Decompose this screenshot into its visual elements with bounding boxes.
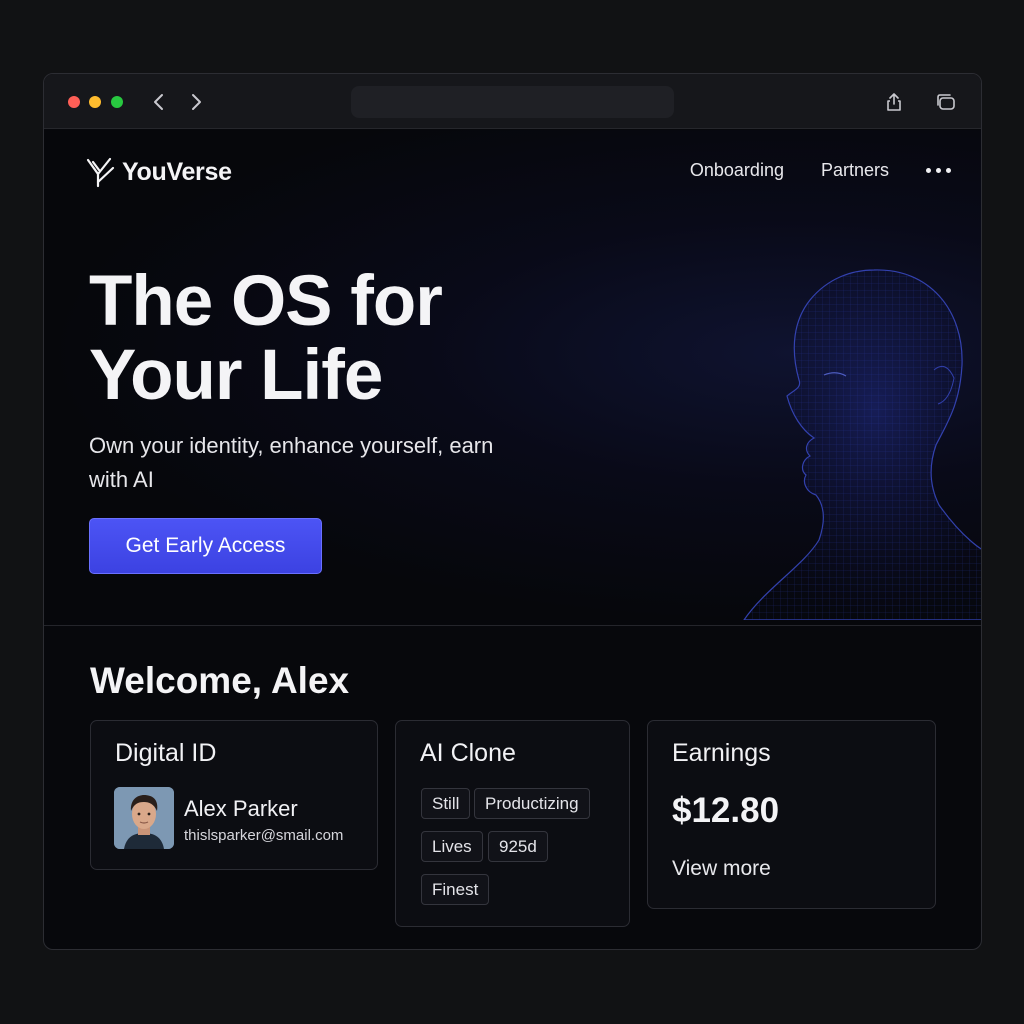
address-bar[interactable]	[351, 86, 674, 118]
close-window-button[interactable]	[68, 96, 80, 108]
profile-name: Alex Parker	[184, 796, 298, 821]
top-navigation: Onboarding Partners	[653, 160, 951, 181]
view-more-link[interactable]: View more	[672, 857, 771, 881]
tag-chip[interactable]: Finest	[421, 874, 490, 905]
hero-section: YouVerse Onboarding Partners The OS for …	[44, 130, 981, 626]
card-title: AI Clone	[420, 739, 516, 767]
tag-chip[interactable]: Lives	[421, 831, 483, 862]
tabs-overview-icon[interactable]	[935, 91, 957, 113]
welcome-heading: Welcome, Alex	[90, 660, 350, 701]
ai-clone-card[interactable]: AI Clone Still Productizing Lives 925d F…	[395, 720, 630, 927]
wireframe-head-illustration	[743, 269, 981, 620]
tag-chip[interactable]: Productizing	[474, 788, 590, 819]
more-horizontal-icon[interactable]	[926, 168, 951, 173]
share-icon[interactable]	[883, 91, 905, 113]
browser-toolbar	[44, 74, 981, 129]
forward-icon[interactable]	[185, 91, 207, 113]
brand-logo[interactable]: YouVerse	[86, 156, 232, 188]
digital-id-card[interactable]: Digital ID Alex Parker thislsparker@smai…	[90, 720, 378, 870]
back-icon[interactable]	[148, 91, 170, 113]
card-title: Digital ID	[115, 739, 217, 767]
nav-link-onboarding[interactable]: Onboarding	[690, 160, 784, 181]
tag-chip[interactable]: Still	[421, 788, 471, 819]
tag-chip[interactable]: 925d	[488, 831, 548, 862]
browser-window: YouVerse Onboarding Partners The OS for …	[43, 73, 982, 950]
minimize-window-button[interactable]	[89, 96, 101, 108]
get-early-access-button[interactable]: Get Early Access	[89, 518, 322, 574]
maximize-window-button[interactable]	[111, 96, 123, 108]
youverse-logo-icon	[86, 157, 115, 188]
page-content: YouVerse Onboarding Partners The OS for …	[44, 130, 981, 949]
profile-email: thislsparker@smail.com	[184, 827, 344, 844]
hero-headline: The OS for Your Life	[89, 262, 443, 415]
brand-name: YouVerse	[122, 157, 232, 186]
earnings-card[interactable]: Earnings $12.80 View more	[647, 720, 936, 909]
earnings-amount: $12.80	[672, 791, 780, 830]
nav-link-partners[interactable]: Partners	[821, 160, 889, 181]
hero-subline: Own your identity, enhance yourself, ear…	[89, 433, 494, 492]
card-title: Earnings	[672, 739, 771, 767]
avatar	[114, 787, 174, 849]
